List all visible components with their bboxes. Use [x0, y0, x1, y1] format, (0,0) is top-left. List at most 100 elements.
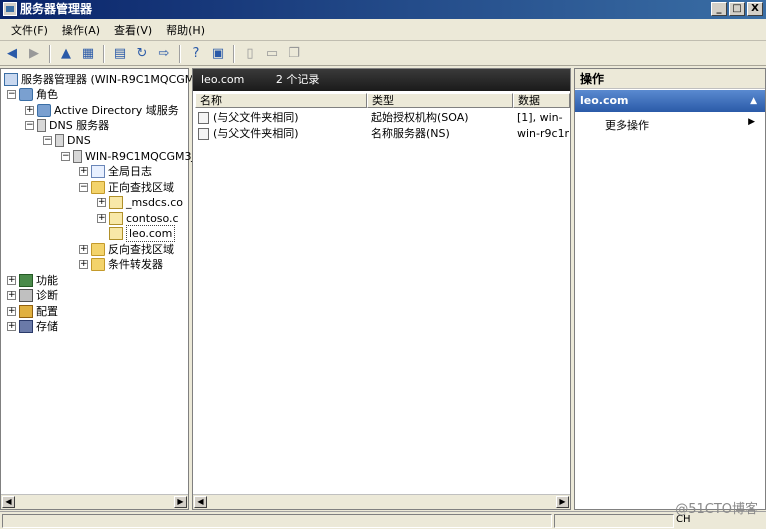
- record-type: 起始授权机构(SOA): [371, 111, 469, 124]
- tree-label: leo.com: [126, 225, 176, 242]
- tree-item-conditional-forwarders[interactable]: + 条件转发器: [79, 257, 163, 272]
- diagnostics-icon: [19, 289, 33, 302]
- zone-icon[interactable]: ▭: [262, 44, 282, 64]
- minimize-button[interactable]: _: [711, 2, 727, 16]
- expand-icon[interactable]: +: [7, 291, 16, 300]
- expand-icon[interactable]: +: [7, 322, 16, 331]
- scroll-left-icon[interactable]: ◀: [2, 496, 15, 508]
- tree-item-features[interactable]: + 功能: [7, 273, 58, 288]
- collapse-icon[interactable]: −: [79, 183, 88, 192]
- submenu-arrow-icon[interactable]: ▶: [748, 117, 755, 127]
- tree-label: 反向查找区域: [108, 243, 174, 256]
- table-row[interactable]: (与父文件夹相同): [198, 126, 368, 141]
- console-tree[interactable]: 服务器管理器 (WIN-R9C1MQCGM3 − 角色 + Active Dir…: [0, 68, 201, 510]
- server-manager-icon: [3, 2, 17, 16]
- show-hide-action-pane-icon[interactable]: ▣: [208, 44, 228, 64]
- up-folder-icon[interactable]: ▲: [56, 44, 76, 64]
- results-horizontal-scrollbar[interactable]: ◀ ▶: [193, 494, 570, 509]
- record-icon[interactable]: ▯: [240, 44, 260, 64]
- dns-icon: [55, 134, 64, 147]
- table-row[interactable]: (与父文件夹相同): [198, 110, 368, 125]
- record-type: 名称服务器(NS): [371, 127, 450, 140]
- tree-item-diagnostics[interactable]: + 诊断: [7, 288, 58, 303]
- menu-file[interactable]: 文件(F): [4, 22, 55, 38]
- tree-item-storage[interactable]: + 存储: [7, 319, 58, 334]
- actions-title: 操作: [575, 69, 765, 89]
- refresh-icon[interactable]: ↻: [132, 44, 152, 64]
- expand-icon[interactable]: +: [7, 307, 16, 316]
- collapse-icon[interactable]: −: [25, 121, 34, 130]
- active-directory-icon: [37, 104, 51, 117]
- tree-item-leo[interactable]: leo.com: [109, 225, 176, 242]
- tree-item-msdcs[interactable]: + _msdcs.co: [97, 195, 183, 210]
- expand-icon[interactable]: +: [97, 198, 106, 207]
- tree-item-contoso[interactable]: + contoso.c: [97, 211, 179, 226]
- zone-title: leo.com: [201, 73, 245, 86]
- expand-icon[interactable]: +: [25, 106, 34, 115]
- results-pane: leo.com 2 个记录 名称 类型 数据 (与父文件夹相同) 起始授权机构(…: [192, 68, 571, 510]
- tree-item-forward-zones[interactable]: − 正向查找区域: [79, 180, 174, 195]
- expand-icon[interactable]: +: [79, 167, 88, 176]
- scroll-left-icon[interactable]: ◀: [194, 496, 207, 508]
- features-icon: [19, 274, 33, 287]
- tree-label: 诊断: [36, 289, 58, 302]
- expand-icon[interactable]: +: [7, 276, 16, 285]
- status-bar: [0, 511, 766, 529]
- column-header-name[interactable]: 名称: [195, 93, 367, 108]
- tree-label: 正向查找区域: [108, 181, 174, 194]
- tree-item-server-manager[interactable]: 服务器管理器 (WIN-R9C1MQCGM3: [4, 72, 201, 87]
- menu-action[interactable]: 操作(A): [55, 22, 107, 38]
- column-header-data[interactable]: 数据: [513, 93, 570, 108]
- configuration-icon: [19, 305, 33, 318]
- actions-zone-header[interactable]: leo.com ▲: [575, 90, 765, 112]
- tree-item-reverse-zones[interactable]: + 反向查找区域: [79, 242, 174, 257]
- menu-help[interactable]: 帮助(H): [159, 22, 212, 38]
- collapse-icon[interactable]: −: [43, 136, 52, 145]
- tree-item-dns[interactable]: − DNS: [43, 133, 91, 148]
- title-bar: 服务器管理器 _ □ X: [0, 0, 766, 19]
- column-header-type[interactable]: 类型: [367, 93, 513, 108]
- export-list-icon[interactable]: ⇨: [154, 44, 174, 64]
- tree-horizontal-scrollbar[interactable]: ◀ ▶: [1, 494, 188, 509]
- record-icon: [198, 112, 209, 124]
- tree-label: 条件转发器: [108, 258, 163, 271]
- expand-icon[interactable]: +: [79, 260, 88, 269]
- expand-icon[interactable]: +: [97, 214, 106, 223]
- scroll-right-icon[interactable]: ▶: [556, 496, 569, 508]
- status-cell: [2, 514, 552, 528]
- forward-icon[interactable]: ▶: [24, 44, 44, 64]
- zone-icon: [109, 212, 123, 225]
- server-manager-icon: [4, 73, 18, 86]
- tree-item-roles[interactable]: − 角色: [7, 87, 58, 102]
- tree-label: WIN-R9C1MQCGM3J: [85, 150, 195, 163]
- copy-icon[interactable]: ❐: [284, 44, 304, 64]
- tree-item-dns-server[interactable]: − DNS 服务器: [25, 118, 109, 133]
- maximize-button[interactable]: □: [729, 2, 745, 16]
- toolbar-separator: [103, 44, 105, 63]
- close-button[interactable]: X: [747, 2, 763, 16]
- help-icon[interactable]: ?: [186, 44, 206, 64]
- more-actions-link[interactable]: 更多操作: [605, 117, 649, 133]
- toolbar-separator: [179, 44, 181, 63]
- collapse-icon[interactable]: −: [7, 90, 16, 99]
- show-hide-tree-icon[interactable]: ▦: [78, 44, 98, 64]
- properties-icon[interactable]: ▤: [110, 44, 130, 64]
- folder-icon: [91, 181, 105, 194]
- expand-icon[interactable]: +: [79, 245, 88, 254]
- window-title: 服务器管理器: [20, 2, 93, 16]
- storage-icon: [19, 320, 33, 333]
- folder-icon: [91, 243, 105, 256]
- tree-item-active-directory[interactable]: + Active Directory 域服务: [25, 103, 179, 118]
- scroll-right-icon[interactable]: ▶: [174, 496, 187, 508]
- tree-label: Active Directory 域服务: [54, 104, 179, 117]
- collapse-up-icon[interactable]: ▲: [750, 90, 757, 112]
- back-icon[interactable]: ◀: [2, 44, 22, 64]
- log-icon: [91, 165, 105, 178]
- zone-icon: [109, 227, 123, 240]
- menu-view[interactable]: 查看(V): [107, 22, 159, 38]
- tree-item-configuration[interactable]: + 配置: [7, 304, 58, 319]
- collapse-icon[interactable]: −: [61, 152, 70, 161]
- tree-item-global-log[interactable]: + 全局日志: [79, 164, 152, 179]
- record-name: (与父文件夹相同): [213, 127, 299, 140]
- tree-item-server[interactable]: − WIN-R9C1MQCGM3J: [61, 149, 195, 164]
